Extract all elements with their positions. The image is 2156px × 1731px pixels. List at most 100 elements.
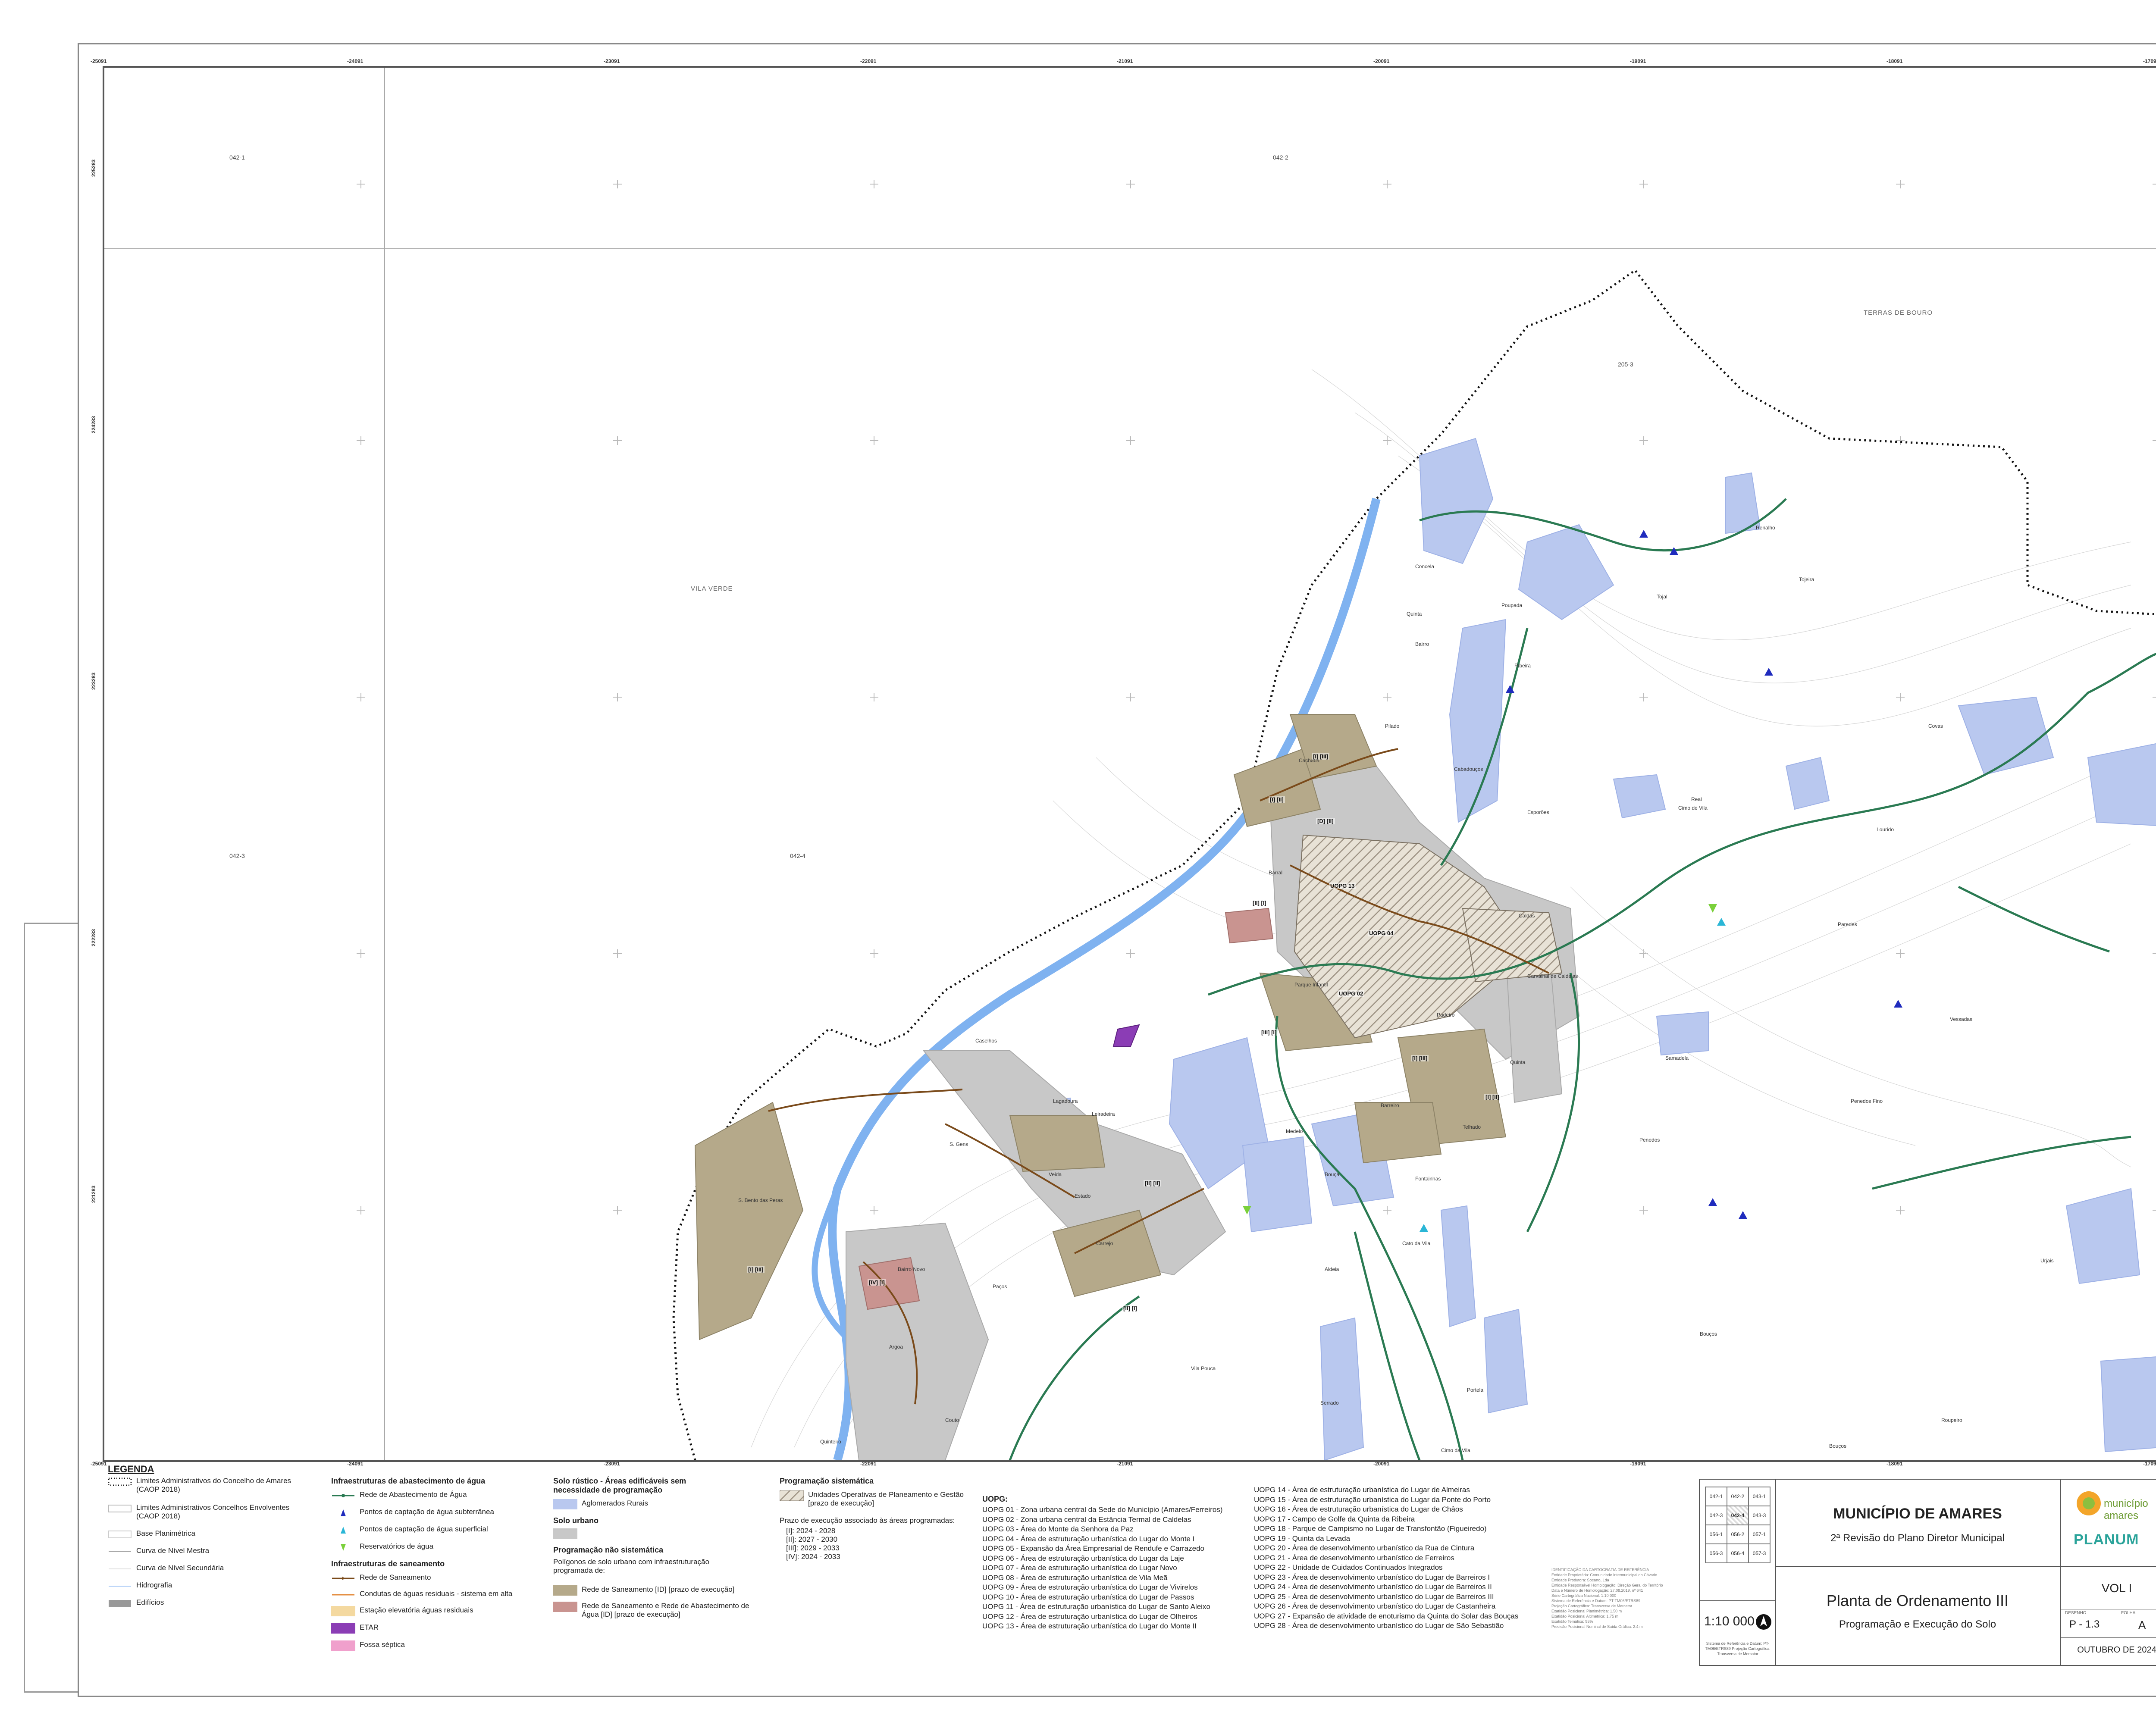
region-label-terras-de-bouro: TERRAS DE BOURO — [1864, 309, 1933, 316]
legend-label: ETAR — [360, 1623, 379, 1631]
plan-subtitle: Programação e Execução do Solo — [1839, 1618, 1996, 1630]
coord-top: -19091 — [1630, 58, 1646, 64]
uopg-item: UOPG 09 - Área de estruturação urbanísti… — [982, 1583, 1198, 1591]
coord-bottom: -18091 — [1887, 1461, 1903, 1467]
legend-label: Pontos de captação de água superficial — [360, 1525, 488, 1533]
rural-agglomerations — [1031, 438, 2156, 1460]
uopg-tag: [I] [III] — [1411, 1055, 1429, 1061]
uopg-tag: [IV] [I] — [868, 1279, 886, 1286]
uopg-item: UOPG 28 - Área de desenvolvimento urbaní… — [1254, 1621, 1504, 1630]
legend-label: Base Planimétrica — [136, 1529, 196, 1537]
boundary-swatch — [108, 1505, 132, 1512]
north-arrow-icon — [1756, 1614, 1771, 1630]
tile-label: 042-4 — [790, 852, 805, 859]
legend-label: Rede de Saneamento — [360, 1573, 431, 1581]
uopg-tag: [I] [III] — [1312, 753, 1330, 760]
urban-soil-swatch — [553, 1528, 577, 1539]
meta-line: Data e Número de Homologação: 27.08.2019… — [1551, 1588, 1643, 1593]
high-system-sewer-swatch — [332, 1594, 354, 1596]
legend-item: Curva de Nível Secundária — [108, 1564, 306, 1574]
period: [II]: 2027 - 2030 — [786, 1535, 838, 1543]
place-label: Bouça — [1325, 1171, 1340, 1177]
dotted-boundary-swatch — [108, 1477, 132, 1486]
legend-item: [I]: 2024 - 2028 — [786, 1527, 835, 1535]
place-label: Fontainhas — [1415, 1176, 1441, 1182]
map-frame[interactable]: 042-1 042-2 042-3 042-4 205-3 VILA VERDE… — [103, 66, 2156, 1462]
place-label: Leiradeira — [1092, 1111, 1115, 1117]
planum-logo: PLANUM — [2074, 1531, 2139, 1548]
water-network — [1009, 498, 2156, 1460]
cartography-metadata: IDENTIFICAÇÃO DA CARTOGRAFIA DE REFERÊNC… — [1551, 1567, 1663, 1629]
coord-left: 225283 — [91, 160, 97, 177]
legend-item: Condutas de águas residuais - sistema em… — [331, 1590, 512, 1600]
index-grid-cell: 057-3 — [1749, 1544, 1770, 1563]
legend-item: Rede de Saneamento e Rede de Abastecimen… — [553, 1602, 756, 1619]
uopg-item: UOPG 15 - Área de estruturação urbanísti… — [1254, 1495, 1491, 1504]
uopg-tag: [I] [II] — [1269, 796, 1285, 803]
municipality-name: MUNICÍPIO DE AMARES — [1833, 1506, 2002, 1522]
legend-label: Limites Administrativos do Concelho de A… — [136, 1477, 291, 1493]
meta-line: Exatidão Temática: 95% — [1551, 1619, 1593, 1624]
region-label-vila-verde: VILA VERDE — [691, 585, 733, 592]
sheet-info-cell: VOL I DESENHO P - 1.3 FOLHA A OUTUBRO DE… — [2060, 1566, 2156, 1665]
legend-desc: Polígonos de solo urbano com infraestrut… — [553, 1558, 709, 1574]
tile-label: 205-3 — [1618, 361, 1633, 368]
meta-line: Entidade Responsável Homologação: Direçã… — [1551, 1583, 1663, 1587]
legend-item: Polígonos de solo urbano com infraestrut… — [553, 1558, 743, 1575]
place-label: Carvalhal de Caldelas — [1527, 973, 1578, 979]
place-label: Telhado — [1463, 1124, 1481, 1130]
meta-line: Série Cartográfica Nacional: 1:10 000 — [1551, 1593, 1617, 1598]
contour-secondary-swatch — [109, 1568, 131, 1569]
header-cell: MUNICÍPIO DE AMARES 2ª Revisão do Plano … — [1775, 1480, 2060, 1567]
legend-item: Rede de Abastecimento de Água — [331, 1490, 467, 1501]
legend-label: Aglomerados Rurais — [582, 1499, 649, 1507]
grid-crosses — [357, 180, 2156, 1215]
coord-top: -25091 — [91, 58, 107, 64]
legend-heading: Infraestruturas de saneamento — [331, 1559, 445, 1568]
legend-label: Unidades Operativas de Planeamento e Ges… — [808, 1490, 964, 1507]
legend-label: Condutas de águas residuais - sistema em… — [360, 1590, 513, 1598]
place-label: Vila Pouca — [1191, 1365, 1216, 1371]
scale-note: Sistema de Referência e Datum: PT-TM06/E… — [1705, 1641, 1771, 1656]
buildings-swatch — [109, 1600, 131, 1607]
uopg-item: UOPG 24 - Área de desenvolvimento urbaní… — [1254, 1583, 1492, 1591]
uopg-list-1: UOPG 01 - Zona urbana central da Sede do… — [982, 1505, 1222, 1631]
legend-item: Estação elevatória águas residuais — [331, 1606, 473, 1616]
uopg-tag: [III] [I] — [1260, 1029, 1278, 1036]
legend-item: ETAR — [331, 1623, 379, 1634]
place-label: Bairro Novo — [898, 1266, 925, 1272]
septic-tank-swatch — [331, 1640, 355, 1651]
municipality-logo-text: município amares — [2104, 1498, 2148, 1521]
legend-item: Rede de Saneamento [ID] [prazo de execuç… — [553, 1585, 756, 1596]
uopg-item: UOPG 11 - Área de estruturação urbanísti… — [982, 1603, 1210, 1611]
meta-line: Exatidão Posicional Planimétrica: 1.50 m — [1551, 1609, 1622, 1613]
legend-heading: Solo rústico - Áreas edificáveis sem nec… — [553, 1477, 686, 1494]
index-grid: 042-1 042-2 043-1 042-3 042-4 043-3 056-1 056-2… — [1705, 1487, 1771, 1563]
place-label: Couto — [945, 1417, 959, 1423]
tile-label: 042-2 — [1273, 154, 1288, 161]
plan-cell: Planta de Ordenamento III Programação e … — [1775, 1566, 2060, 1665]
uopg-item: UOPG 02 - Zona urbana central da Estânci… — [982, 1515, 1191, 1524]
reservoir-icon — [341, 1544, 346, 1551]
place-label: Quinteiro — [820, 1439, 841, 1445]
place-label: Roupeiro — [1941, 1417, 1962, 1423]
place-label: Cimo da Vila — [1441, 1447, 1470, 1453]
legend-label: Reservatórios de água — [360, 1542, 434, 1550]
issue-date: OUTUBRO DE 2024 — [2077, 1645, 2156, 1655]
place-label: Bairro — [1415, 641, 1429, 647]
uopg-item: UOPG 07 - Área de estruturação urbanísti… — [982, 1564, 1177, 1572]
coord-left: 223283 — [91, 673, 97, 690]
legend-title: LEGENDA — [108, 1464, 154, 1474]
title-block: 042-1 042-2 043-1 042-3 042-4 043-3 056-1 056-2… — [1699, 1479, 2156, 1666]
period: [III]: 2029 - 2033 — [786, 1544, 840, 1552]
index-grid-cell: 056-3 — [1705, 1544, 1727, 1563]
legend-item: Limites Administrativos Concelhos Envolv… — [108, 1503, 306, 1521]
legend-item — [553, 1528, 577, 1539]
uopg-tag: [I] [II] — [1484, 1094, 1501, 1100]
sewer-network-swatch — [332, 1577, 354, 1580]
map-canvas — [104, 68, 2156, 1460]
uopg-item: UOPG 22 - Unidade de Cuidados Continuado… — [1254, 1563, 1443, 1571]
legend-heading: Infraestruturas de abastecimento de água — [331, 1477, 486, 1485]
water-network-swatch — [332, 1494, 354, 1497]
coord-left: 222283 — [91, 929, 97, 947]
